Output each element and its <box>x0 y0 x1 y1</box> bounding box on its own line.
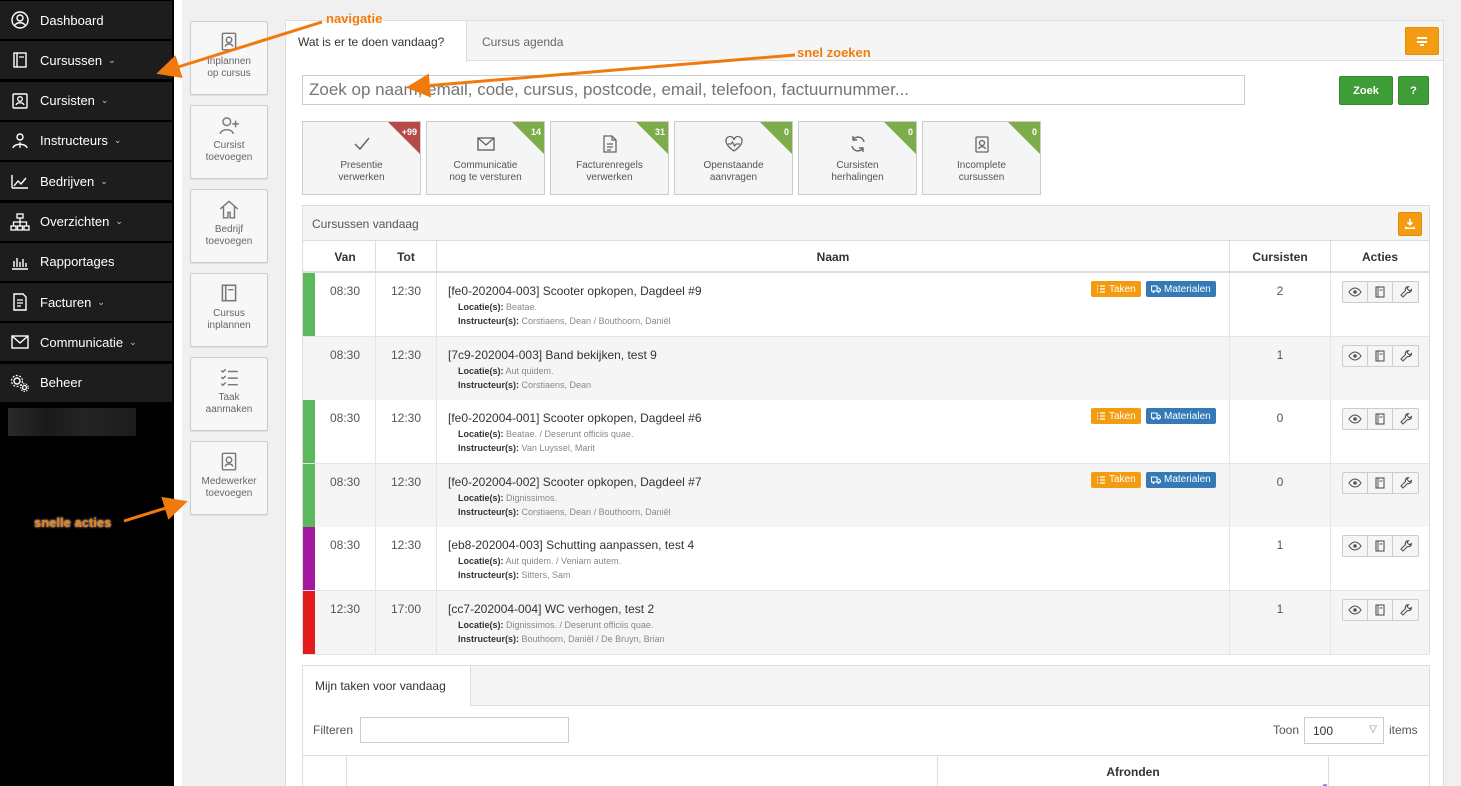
arrow-actions <box>123 496 188 523</box>
annotation-actions: snelle acties <box>34 515 112 530</box>
annotation-nav: navigatie <box>326 11 383 26</box>
arrow-nav <box>156 20 323 79</box>
arrow-search <box>406 53 796 98</box>
annotation-arrows <box>123 20 796 523</box>
annotation-search: snel zoeken <box>797 45 871 60</box>
